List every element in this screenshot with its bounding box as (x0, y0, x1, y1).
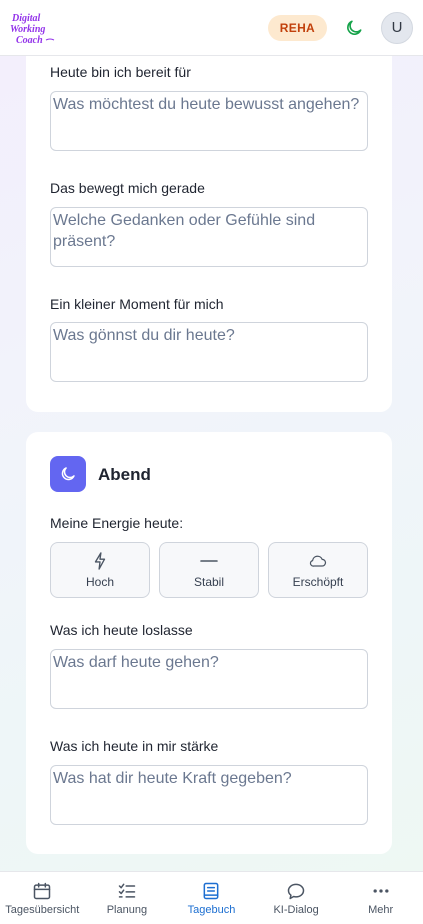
field-label-moment: Ein kleiner Moment für mich (50, 296, 224, 312)
lightning-icon (94, 551, 106, 570)
reha-badge[interactable]: REHA (267, 14, 327, 41)
nav-label: Mehr (368, 903, 394, 916)
chat-icon (287, 883, 305, 899)
calendar-icon (34, 882, 51, 899)
nav-label: Tagebuch (187, 903, 236, 916)
journal-content[interactable]: Heute bin ich bereit für Das bewegt mich… (0, 56, 423, 871)
dark-mode-toggle[interactable] (341, 15, 367, 41)
moment-textarea[interactable] (50, 322, 368, 382)
energy-option-exhausted[interactable]: Erschöpft (268, 542, 368, 598)
evening-card: Abend Meine Energie heute: Hoch Stabil E… (26, 432, 392, 854)
nav-tab-ai-dialog[interactable]: KI-Dialog (254, 881, 338, 916)
energy-option-high[interactable]: Hoch (50, 542, 150, 598)
energy-option-label: Hoch (85, 574, 114, 589)
moves-textarea[interactable] (50, 207, 368, 267)
energy-option-label: Stabil (193, 574, 225, 589)
energy-option-stable[interactable]: Stabil (159, 542, 259, 598)
nav-tab-journal[interactable]: Tagebuch (169, 881, 253, 916)
ready-textarea[interactable] (50, 91, 368, 151)
logo-mark: Digital Working Coach (10, 13, 55, 46)
minus-icon (200, 559, 218, 562)
moon-icon (347, 20, 362, 35)
field-label-strengthen: Was ich heute in mir stärke (50, 738, 219, 754)
app-header: Digital Working Coach REHA U (0, 0, 423, 56)
field-label-letgo: Was ich heute loslasse (50, 622, 193, 638)
energy-option-label: Erschöpft (292, 574, 344, 589)
book-icon (204, 882, 219, 899)
morning-card: Heute bin ich bereit für Das bewegt mich… (26, 56, 392, 412)
energy-options: Hoch Stabil Erschöpft (50, 542, 368, 598)
field-label-ready: Heute bin ich bereit für (50, 64, 191, 80)
more-dots-icon (373, 888, 389, 893)
nav-tab-more[interactable]: Mehr (339, 881, 423, 916)
app-logo[interactable]: Digital Working Coach (10, 10, 58, 46)
strengthen-textarea[interactable] (50, 765, 368, 825)
moon-icon (61, 467, 75, 481)
svg-text:Coach: Coach (16, 35, 43, 46)
nav-label: Tagesübersicht (5, 903, 80, 916)
nav-label: KI-Dialog (273, 903, 319, 916)
svg-text:Working: Working (10, 24, 45, 35)
bottom-navigation: Tagesübersicht Planung Tagebuch KI-Dialo… (0, 871, 423, 924)
checklist-icon (118, 883, 136, 898)
user-avatar[interactable]: U (381, 11, 413, 44)
nav-tab-overview[interactable]: Tagesübersicht (0, 881, 84, 916)
evening-title: Abend (98, 465, 151, 484)
evening-section-icon (50, 456, 86, 492)
nav-label: Planung (106, 903, 148, 916)
cloud-icon (309, 555, 327, 567)
nav-tab-planning[interactable]: Planung (85, 881, 169, 916)
energy-label: Meine Energie heute: (50, 515, 184, 531)
letgo-textarea[interactable] (50, 649, 368, 709)
field-label-moves: Das bewegt mich gerade (50, 180, 205, 196)
svg-text:Digital: Digital (11, 13, 41, 24)
